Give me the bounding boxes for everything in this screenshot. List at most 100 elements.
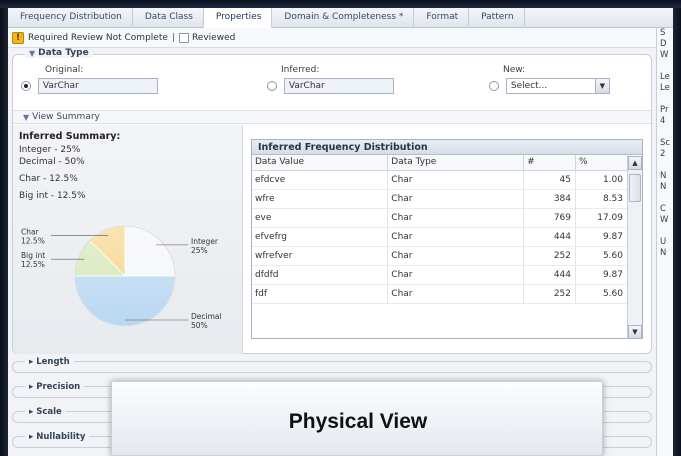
right-panel-line <box>660 193 673 204</box>
cell-data-value: fdf <box>252 284 389 304</box>
right-panel-line: W <box>660 215 669 225</box>
tab-frequency-distribution[interactable]: Frequency Distribution <box>8 8 133 28</box>
col-count[interactable]: # <box>523 155 576 171</box>
right-panel-line: Le <box>660 72 670 82</box>
original-label: Original: <box>45 65 84 75</box>
tab-format[interactable]: Format <box>414 8 470 28</box>
nullability-label: Nullability <box>36 432 86 442</box>
original-column: Original: VarChar <box>21 65 158 94</box>
physical-view-banner: Physical View <box>111 381 603 456</box>
tab-data-class[interactable]: Data Class <box>133 8 204 28</box>
table-row[interactable]: wfrefver Char 252 5.60 <box>252 246 628 266</box>
cell-percent: 17.09 <box>575 208 628 228</box>
left-frame <box>0 8 8 456</box>
right-panel-line: Sc <box>660 138 671 148</box>
view-summary-toggle[interactable]: ▼ View Summary <box>13 110 651 124</box>
scale-label: Scale <box>36 407 62 417</box>
pie-label-percent: 25% <box>191 246 208 255</box>
table-row[interactable]: fdf Char 252 5.60 <box>252 284 628 304</box>
right-panel-line: S <box>660 28 666 38</box>
cell-data-type: Char <box>387 227 525 247</box>
review-status-text: Required Review Not Complete <box>28 32 168 43</box>
inferred-summary-title: Inferred Summary: <box>19 131 121 142</box>
right-panel-line: C <box>660 204 666 214</box>
top-frame-strip <box>0 0 681 8</box>
cell-percent: 8.53 <box>575 189 628 209</box>
new-radio[interactable] <box>489 81 499 91</box>
cell-percent: 5.60 <box>575 284 628 304</box>
tab-properties[interactable]: Properties <box>203 8 273 28</box>
table-row[interactable]: wfre Char 384 8.53 <box>252 189 628 209</box>
inferred-value-field: VarChar <box>283 78 394 94</box>
reviewed-checkbox[interactable] <box>178 32 189 43</box>
data-type-group: ▼ Data Type Original: VarChar Inferred: … <box>12 48 652 354</box>
inferred-column: Inferred: VarChar <box>267 65 394 94</box>
status-separator: | <box>171 32 175 43</box>
table-row[interactable]: eve Char 769 17.09 <box>252 208 628 228</box>
cell-data-type: Char <box>387 284 525 304</box>
cell-count: 252 <box>523 246 576 266</box>
pie-label-percent: 50% <box>191 321 208 330</box>
summary-char: Char - 12.5% <box>19 174 78 184</box>
cell-data-value: wfrefver <box>252 246 389 266</box>
cell-data-type: Char <box>387 208 525 228</box>
right-panel-line <box>660 94 673 105</box>
scroll-down-icon[interactable]: ▼ <box>628 325 642 339</box>
chevron-down-icon[interactable]: ▼ <box>594 79 609 93</box>
summary-integer: Integer - 25% <box>19 145 81 155</box>
cell-count: 252 <box>523 284 576 304</box>
cell-data-value: efdcve <box>252 170 389 190</box>
cell-data-type: Char <box>387 246 525 266</box>
view-summary-label: View Summary <box>32 112 100 122</box>
table-row[interactable]: efdcve Char 45 1.00 <box>252 170 628 190</box>
right-panel-line <box>660 160 673 171</box>
scroll-up-icon[interactable]: ▲ <box>628 156 642 170</box>
original-radio[interactable] <box>21 81 31 91</box>
warning-icon: ! <box>12 31 24 44</box>
table-row[interactable]: dfdfd Char 444 9.87 <box>252 265 628 285</box>
table-row[interactable]: efvefrg Char 444 9.87 <box>252 227 628 247</box>
original-value-field: VarChar <box>37 78 158 94</box>
col-percent[interactable]: % <box>575 155 628 171</box>
inferred-summary-panel: Inferred Summary: Integer - 25% Decimal … <box>13 125 243 354</box>
reviewed-label: Reviewed <box>191 32 236 43</box>
tab-pattern[interactable]: Pattern <box>469 8 525 28</box>
frequency-distribution-table: Inferred Frequency Distribution Data Val… <box>251 139 643 339</box>
cell-data-value: wfre <box>252 189 389 209</box>
pie-label-percent: 12.5% <box>21 260 45 269</box>
summary-bigint: Big int - 12.5% <box>19 191 86 201</box>
length-section[interactable]: ▸ Length <box>12 357 652 373</box>
right-panel-line: W <box>660 50 669 60</box>
right-panel-line <box>660 226 673 237</box>
tab-domain-completeness[interactable]: Domain & Completeness * <box>272 8 415 28</box>
right-panel-line: Pr <box>660 105 669 115</box>
cell-data-type: Char <box>387 265 525 285</box>
chevron-down-icon: ▼ <box>23 112 30 122</box>
cell-count: 384 <box>523 189 576 209</box>
cell-data-value: eve <box>252 208 389 228</box>
frequency-grid: Data Value Data Type # % efdcve Char 45 … <box>252 155 628 304</box>
right-panel-line: 2 <box>660 149 666 159</box>
scroll-thumb[interactable] <box>629 174 641 202</box>
pie-label-name: Decimal <box>191 312 222 321</box>
new-type-select[interactable]: Select... ▼ <box>505 78 610 94</box>
right-panel-line <box>660 61 673 72</box>
frequency-table-title: Inferred Frequency Distribution <box>252 140 642 155</box>
table-scrollbar[interactable]: ▲ ▼ <box>627 156 642 339</box>
inferred-radio[interactable] <box>267 81 277 91</box>
data-type-legend[interactable]: ▼ Data Type <box>25 48 93 58</box>
precision-label: Precision <box>36 382 81 392</box>
pie-label-percent: 12.5% <box>21 236 45 245</box>
length-label: Length <box>36 357 70 367</box>
right-frame <box>673 8 681 456</box>
new-label: New: <box>503 65 526 75</box>
cell-count: 444 <box>523 227 576 247</box>
cell-count: 45 <box>523 170 576 190</box>
col-data-value[interactable]: Data Value <box>252 155 389 171</box>
scale-section-label: ▸ Scale <box>25 407 66 417</box>
pie-label-name: Integer <box>191 237 219 246</box>
right-panel-line: D <box>660 39 667 49</box>
new-type-select-value: Select... <box>510 81 548 91</box>
cell-percent: 9.87 <box>575 265 628 285</box>
col-data-type[interactable]: Data Type <box>387 155 525 171</box>
